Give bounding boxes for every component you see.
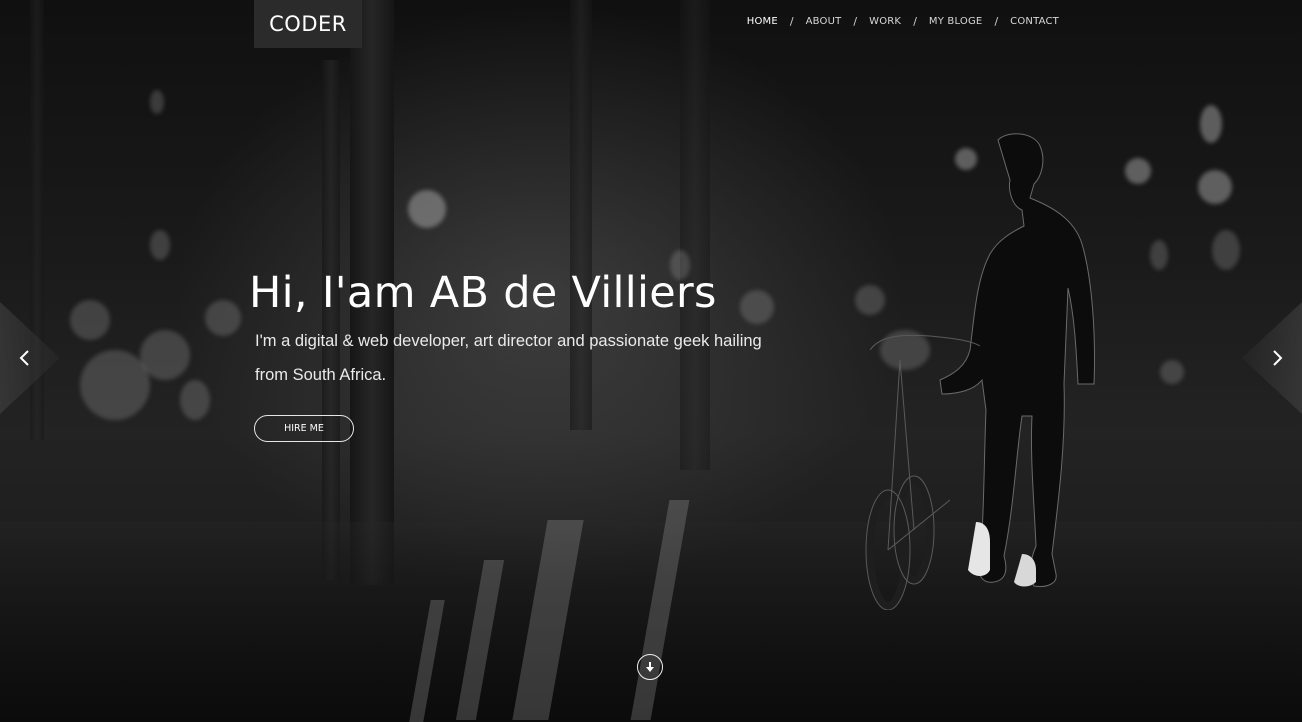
scroll-down-button[interactable] — [637, 654, 663, 680]
hire-me-button[interactable]: HIRE ME — [254, 415, 354, 442]
chevron-right-icon — [1273, 350, 1283, 366]
logo[interactable]: CODER — [254, 0, 362, 48]
chevron-left-icon — [19, 350, 29, 366]
nav-separator: / — [994, 15, 999, 28]
nav-separator: / — [853, 15, 858, 28]
hero-subtitle: I'm a digital & web developer, art direc… — [255, 332, 762, 384]
main-nav: HOME / ABOUT / WORK / MY BLOGE / CONTACT — [747, 15, 1059, 28]
nav-separator: / — [913, 15, 917, 28]
hero-title: Hi, I'am AB de Villiers — [249, 268, 717, 318]
slider-next-button[interactable] — [1242, 302, 1302, 414]
nav-item-about[interactable]: ABOUT — [806, 16, 842, 27]
hero-section: CODER HOME / ABOUT / WORK / MY BLOGE / C… — [0, 0, 1302, 722]
nav-item-blog[interactable]: MY BLOGE — [929, 16, 983, 27]
slider-prev-button[interactable] — [0, 302, 60, 414]
nav-item-work[interactable]: WORK — [869, 16, 901, 27]
nav-item-home[interactable]: HOME — [747, 16, 778, 27]
logo-text: CODER — [269, 12, 347, 36]
arrow-down-circle-icon — [646, 661, 654, 672]
cyclist-silhouette — [865, 133, 1095, 610]
nav-item-contact[interactable]: CONTACT — [1010, 16, 1059, 27]
nav-separator: / — [789, 15, 794, 28]
